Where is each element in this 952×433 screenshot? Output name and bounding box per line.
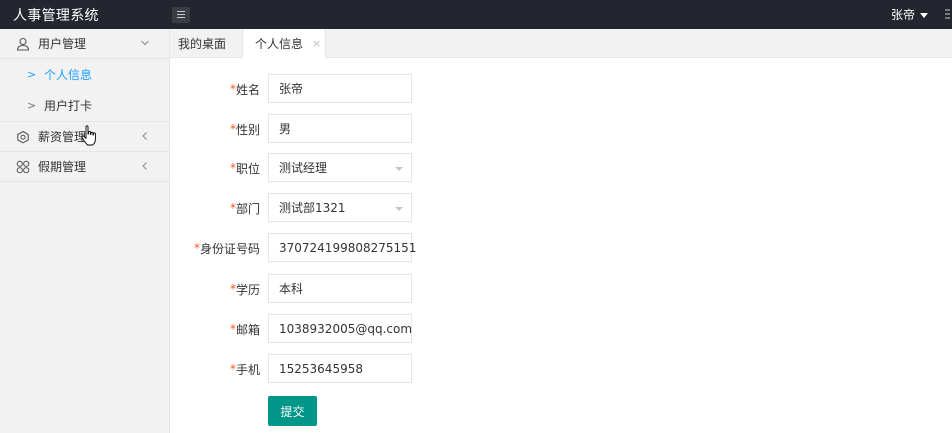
form-row-id-number: * 身份证号码 370724199808275151 bbox=[170, 233, 952, 263]
tab-label: 个人信息 bbox=[255, 37, 304, 51]
position-select[interactable]: 测试经理 bbox=[268, 153, 412, 182]
field-label: * 身份证号码 bbox=[193, 241, 260, 256]
sidebar: 用户管理 > 个人信息 > 用户打卡 薪资管理 假期管理 bbox=[0, 29, 170, 433]
phone-field[interactable]: 15253645958 bbox=[268, 354, 412, 383]
sidebar-item-personal-info[interactable]: > 个人信息 bbox=[0, 59, 169, 90]
chevron-down-icon bbox=[141, 40, 149, 46]
hand-pointer-icon bbox=[81, 125, 96, 146]
submit-button[interactable]: 提交 bbox=[268, 396, 317, 426]
form-row-department: * 部门 测试部1321 bbox=[170, 193, 952, 223]
field-label: * 邮箱 bbox=[229, 322, 260, 337]
form-row-gender: * 性别 男 bbox=[170, 114, 952, 144]
sidebar-group-label: 用户管理 bbox=[38, 37, 87, 51]
user-name: 张帝 bbox=[890, 8, 915, 22]
tab-label: 我的桌面 bbox=[178, 37, 227, 51]
field-label: * 姓名 bbox=[229, 82, 260, 97]
dropdown-arrow-icon bbox=[395, 207, 403, 211]
field-label: * 手机 bbox=[229, 362, 260, 377]
name-field[interactable]: 张帝 bbox=[268, 74, 412, 103]
app-logo: 人事管理系统 bbox=[13, 7, 99, 24]
salary-icon bbox=[17, 130, 29, 144]
id-number-field[interactable]: 370724199808275151 bbox=[268, 233, 416, 262]
select-value: 测试部1321 bbox=[279, 201, 346, 215]
menu-toggle-icon[interactable] bbox=[172, 6, 190, 23]
sidebar-group-label: 薪资管理 bbox=[38, 130, 87, 144]
header-overflow-edge bbox=[942, 4, 952, 24]
email-field[interactable]: 1038932005@qq.com bbox=[268, 314, 412, 343]
field-label: * 性别 bbox=[229, 122, 260, 137]
personal-info-form: * 姓名 张帝 * 性别 男 * 职位 测试经理 * 部门 测试部1321 * 身份证号码… bbox=[170, 58, 952, 433]
top-header: 人事管理系统 张帝 bbox=[0, 0, 952, 29]
dropdown-arrow-icon bbox=[395, 167, 403, 171]
caret-down-icon bbox=[920, 12, 928, 18]
sidebar-group-user-management[interactable]: 用户管理 bbox=[0, 29, 169, 59]
chevron-right-icon: > bbox=[27, 99, 37, 112]
sidebar-submenu: > 个人信息 > 用户打卡 bbox=[0, 59, 169, 122]
sidebar-group-leave-management[interactable]: 假期管理 bbox=[0, 152, 169, 182]
form-row-email: * 邮箱 1038932005@qq.com bbox=[170, 314, 952, 344]
chevron-left-icon bbox=[142, 162, 147, 170]
user-menu[interactable]: 张帝 bbox=[891, 0, 928, 29]
field-label: * 学历 bbox=[229, 282, 260, 297]
sidebar-group-label: 假期管理 bbox=[38, 160, 87, 174]
sidebar-item-clock-in[interactable]: > 用户打卡 bbox=[0, 90, 169, 121]
sidebar-item-label: 用户打卡 bbox=[44, 99, 93, 113]
select-value: 测试经理 bbox=[279, 161, 328, 175]
gender-field[interactable]: 男 bbox=[268, 114, 412, 143]
form-row-name: * 姓名 张帝 bbox=[170, 74, 952, 104]
tab-my-desktop[interactable]: 我的桌面 bbox=[178, 29, 226, 58]
grid-icon bbox=[16, 160, 30, 174]
department-select[interactable]: 测试部1321 bbox=[268, 193, 412, 222]
field-label: * 部门 bbox=[229, 201, 260, 216]
user-icon bbox=[16, 37, 30, 51]
field-label: * 职位 bbox=[229, 161, 260, 176]
sidebar-item-label: 个人信息 bbox=[44, 68, 93, 82]
form-row-position: * 职位 测试经理 bbox=[170, 153, 952, 183]
chevron-left-icon bbox=[142, 132, 147, 140]
chevron-right-icon: > bbox=[27, 68, 37, 81]
education-field[interactable]: 本科 bbox=[268, 274, 412, 303]
form-row-education: * 学历 本科 bbox=[170, 274, 952, 304]
tab-bar: 我的桌面 个人信息 × bbox=[170, 29, 952, 58]
form-row-phone: * 手机 15253645958 bbox=[170, 354, 952, 384]
tab-personal-info[interactable]: 个人信息 × bbox=[242, 29, 326, 58]
close-icon[interactable]: × bbox=[312, 37, 321, 50]
